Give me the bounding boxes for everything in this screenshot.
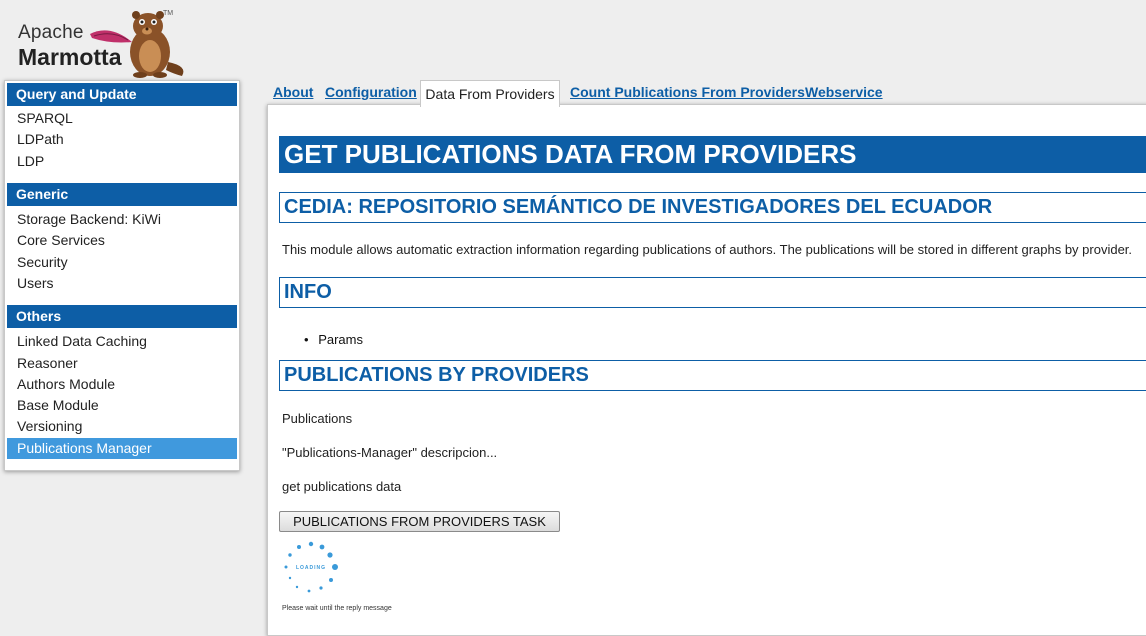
loading-text: LOADING: [296, 565, 326, 571]
section-heading-cedia: CEDIA: REPOSITORIO SEMÁNTICO DE INVESTIG…: [279, 192, 1146, 223]
sidebar-item-ldp[interactable]: LDP: [7, 151, 237, 172]
tab-count-publications-from-providers[interactable]: Count Publications From Providers: [570, 84, 805, 100]
sidebar-item-sparql[interactable]: SPARQL: [7, 108, 237, 129]
info-list-item: • Params: [304, 332, 363, 347]
logo-trademark: TM: [163, 10, 174, 17]
sidebar-section-others: Others: [7, 305, 237, 328]
info-item-params: Params: [318, 332, 363, 347]
sidebar-item-security[interactable]: Security: [7, 252, 237, 273]
sidebar-item-reasoner[interactable]: Reasoner: [7, 353, 237, 374]
sidebar-item-core-services[interactable]: Core Services: [7, 230, 237, 251]
sidebar-section-generic: Generic: [7, 183, 237, 206]
sidebar-item-linked-data-caching[interactable]: Linked Data Caching: [7, 331, 237, 352]
sidebar: Query and Update SPARQL LDPath LDP Gener…: [4, 80, 240, 471]
get-data-label: get publications data: [282, 479, 402, 494]
sidebar-item-base-module[interactable]: Base Module: [7, 395, 237, 416]
publications-from-providers-task-button[interactable]: PUBLICATIONS FROM PROVIDERS TASK: [279, 511, 560, 532]
tab-data-from-providers[interactable]: Data From Providers: [420, 80, 560, 107]
section-heading-publications-by-providers: PUBLICATIONS BY PROVIDERS: [279, 360, 1146, 391]
tab-about[interactable]: About: [273, 84, 313, 100]
sidebar-item-storage-backend[interactable]: Storage Backend: KiWi: [7, 209, 237, 230]
sidebar-item-versioning[interactable]: Versioning: [7, 416, 237, 437]
tab-webservice[interactable]: Webservice: [805, 84, 883, 100]
publications-label: Publications: [282, 411, 353, 426]
sidebar-item-users[interactable]: Users: [7, 273, 237, 294]
logo-apache-text: Apache: [18, 22, 84, 43]
manager-description: "Publications-Manager" descripcion...: [282, 445, 498, 460]
module-description: This module allows automatic extraction …: [282, 242, 1133, 257]
bullet-icon: •: [304, 332, 309, 347]
wait-message: Please wait until the reply message: [282, 605, 392, 612]
sidebar-item-ldpath[interactable]: LDPath: [7, 129, 237, 150]
logo-marmotta-text: Marmotta: [18, 44, 122, 70]
sidebar-item-publications-manager[interactable]: Publications Manager: [7, 438, 237, 459]
section-heading-info: INFO: [279, 277, 1146, 308]
loading-spinner-icon: LOADING: [284, 541, 338, 593]
marmotta-logo: Apache Marmotta TM: [0, 0, 200, 80]
sidebar-section-query-and-update: Query and Update: [7, 83, 237, 106]
page-title: GET PUBLICATIONS DATA FROM PROVIDERS: [279, 136, 1146, 173]
sidebar-item-authors-module[interactable]: Authors Module: [7, 374, 237, 395]
tab-configuration[interactable]: Configuration: [325, 84, 417, 100]
